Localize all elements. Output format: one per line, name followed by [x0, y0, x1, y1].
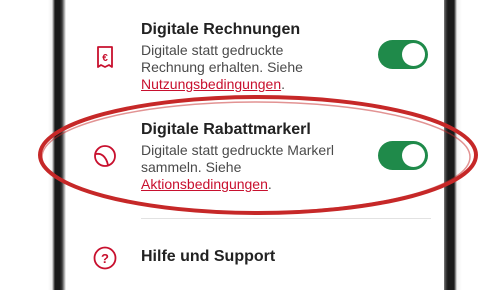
phone-frame-left — [0, 0, 70, 290]
description-line: sammeln. Siehe — [141, 159, 242, 175]
euro-receipt-icon: € — [92, 44, 118, 70]
terms-of-use-link[interactable]: Nutzungsbedingungen — [141, 76, 281, 92]
setting-title: Digitale Rabattmarkerl — [141, 121, 311, 138]
setting-title: Digitale Rechnungen — [141, 21, 301, 38]
description-line: Rechnung erhalten. Siehe — [141, 59, 303, 75]
phone-frame-right — [440, 0, 500, 290]
settings-screen: € Digitale Rechnungen Digitale statt ged… — [66, 0, 444, 290]
punctuation: . — [281, 76, 286, 92]
help-icon: ? — [92, 245, 118, 271]
description-line: Digitale statt gedruckte Markerl — [141, 142, 334, 158]
sticker-icon — [92, 143, 118, 169]
toggle-knob — [402, 144, 425, 167]
digital-invoices-toggle[interactable] — [378, 40, 428, 69]
divider — [141, 218, 431, 219]
svg-text:€: € — [102, 53, 108, 64]
campaign-terms-link[interactable]: Aktionsbedingungen — [141, 176, 268, 192]
punctuation: . — [267, 176, 272, 192]
toggle-knob — [402, 43, 425, 66]
svg-text:?: ? — [101, 251, 109, 266]
setting-description: Digitale statt gedruckte Markerl sammeln… — [141, 142, 381, 193]
description-line: Digitale statt gedruckte — [141, 42, 284, 58]
setting-description: Digitale statt gedruckte Rechnung erhalt… — [141, 42, 341, 93]
digital-stamps-toggle[interactable] — [378, 141, 428, 170]
help-and-support-label: Hilfe und Support — [141, 248, 276, 265]
